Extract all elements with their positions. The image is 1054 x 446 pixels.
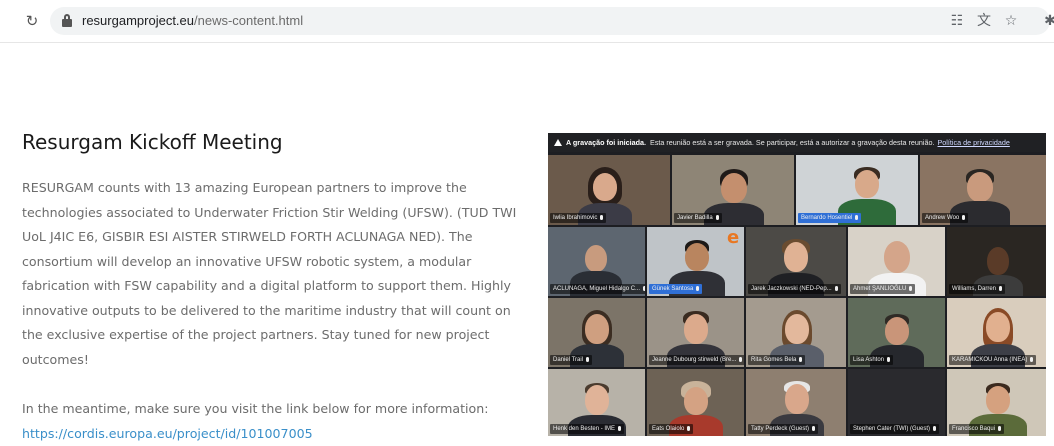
article-paragraph-2: In the meantime, make sure you visit the… <box>22 397 542 446</box>
participant-name: Daniel Trail <box>550 355 593 365</box>
participant-tile: Daniel Trail <box>548 298 645 367</box>
participant-tile: Tatty Perdeck (Guest) <box>746 369 846 436</box>
participant-tile: Andrew Woo <box>920 155 1046 225</box>
more-info-text: In the meantime, make sure you visit the… <box>22 401 489 416</box>
microphone-icon <box>999 286 1003 291</box>
participant-tile: Jarek Jaczkowski (NED-Pep... <box>746 227 846 296</box>
recording-title: A gravação foi iniciada. <box>566 138 647 147</box>
participant-name: Ahmet ŞANLIOĞLU <box>850 284 916 294</box>
star-icon[interactable]: ☆ <box>1001 11 1021 31</box>
microphone-icon <box>812 426 816 431</box>
microphone-icon <box>887 357 891 362</box>
participant-name: Rita Gomes Bela <box>748 355 806 365</box>
microphone-icon <box>618 426 622 431</box>
participant-tile: KARAMICKOU Anna (INEA) <box>947 298 1046 367</box>
participant-name: KARAMICKOU Anna (INEA) <box>949 355 1037 365</box>
microphone-icon <box>855 215 859 220</box>
address-bar[interactable]: resurgamproject.eu/news-content.html ☷ 文… <box>50 7 1050 35</box>
microphone-icon <box>643 286 645 291</box>
microphone-icon <box>909 286 913 291</box>
recording-banner: A gravação foi iniciada. Esta reunião est… <box>548 133 1046 152</box>
cordis-link[interactable]: https://cordis.europa.eu/project/id/1010… <box>22 426 313 441</box>
participant-tile: Henk den Besten - IME <box>548 369 645 436</box>
microphone-icon <box>715 215 719 220</box>
participant-tile: Iwlia Ibrahimovic <box>548 155 670 225</box>
microphone-icon <box>799 357 803 362</box>
qr-code-icon[interactable]: ☷ <box>947 11 967 31</box>
participant-grid: Iwlia Ibrahimovic Javier Badilla Bernard… <box>548 155 1046 436</box>
meeting-screenshot: A gravação foi iniciada. Esta reunião est… <box>548 133 1046 436</box>
reload-icon[interactable]: ↻ <box>22 11 42 31</box>
participant-tile: Eats Olaiolo <box>647 369 744 436</box>
lock-icon[interactable] <box>62 14 72 27</box>
participant-name: Günek Santosa <box>649 284 703 294</box>
participant-name: Bernardo Hosentiel <box>798 213 862 223</box>
participant-tile: Stephen Cater (TWI) (Guest) <box>848 369 945 436</box>
participant-name: Lisa Ashton <box>850 355 894 365</box>
participant-tile: Francisco Baqui <box>947 369 1046 436</box>
participant-name: Andrew Woo <box>922 213 969 223</box>
url-text[interactable]: resurgamproject.eu/news-content.html <box>82 7 303 35</box>
article-title: Resurgam Kickoff Meeting <box>22 130 283 154</box>
participant-name: Williams, Darren <box>949 284 1006 294</box>
participant-name: Stephen Cater (TWI) (Guest) <box>850 424 940 434</box>
warning-icon <box>554 139 562 146</box>
privacy-link: Política de privacidade <box>937 138 1010 147</box>
microphone-icon <box>933 426 937 431</box>
microphone-icon <box>586 357 590 362</box>
microphone-icon <box>600 215 604 220</box>
participant-name: Jarek Jaczkowski (NED-Pep... <box>748 284 841 294</box>
translate-icon[interactable]: 文 <box>974 11 994 31</box>
microphone-icon <box>687 426 691 431</box>
microphone-icon <box>739 357 743 362</box>
microphone-icon <box>834 286 838 291</box>
participant-tile: Jeanne Dubourg stirweld (Bre... <box>647 298 744 367</box>
participant-tile: ACLUNAGA, Miguel Hidalgo C... <box>548 227 645 296</box>
extensions-icon[interactable]: ✱ <box>1040 11 1054 31</box>
microphone-icon <box>962 215 966 220</box>
participant-tile: Rita Gomes Bela <box>746 298 846 367</box>
participant-name: Iwlia Ibrahimovic <box>550 213 607 223</box>
participant-name: Javier Badilla <box>674 213 722 223</box>
microphone-icon <box>998 426 1002 431</box>
participant-tile: Bernardo Hosentiel <box>796 155 918 225</box>
participant-tile: Ahmet ŞANLIOĞLU <box>848 227 945 296</box>
browser-toolbar: ↻ resurgamproject.eu/news-content.html ☷… <box>0 0 1054 43</box>
participant-name: Tatty Perdeck (Guest) <box>748 424 819 434</box>
microphone-icon <box>1030 357 1034 362</box>
participant-tile: e Günek Santosa <box>647 227 744 296</box>
url-path: /news-content.html <box>194 13 304 28</box>
participant-name: Henk den Besten - IME <box>550 424 625 434</box>
participant-name: Eats Olaiolo <box>649 424 694 434</box>
participant-tile: Williams, Darren <box>947 227 1046 296</box>
microphone-icon <box>696 286 700 291</box>
participant-name: Jeanne Dubourg stirweld (Bre... <box>649 355 744 365</box>
recording-text: Esta reunião está a ser gravada. Se part… <box>650 138 935 147</box>
participant-tile: Javier Badilla <box>672 155 794 225</box>
participant-name: Francisco Baqui <box>949 424 1005 434</box>
url-host: resurgamproject.eu <box>82 13 194 28</box>
brand-letter: e <box>727 227 740 248</box>
participant-name: ACLUNAGA, Miguel Hidalgo C... <box>550 284 645 294</box>
participant-tile: Lisa Ashton <box>848 298 945 367</box>
article-paragraph: RESURGAM counts with 13 amazing European… <box>22 180 517 367</box>
